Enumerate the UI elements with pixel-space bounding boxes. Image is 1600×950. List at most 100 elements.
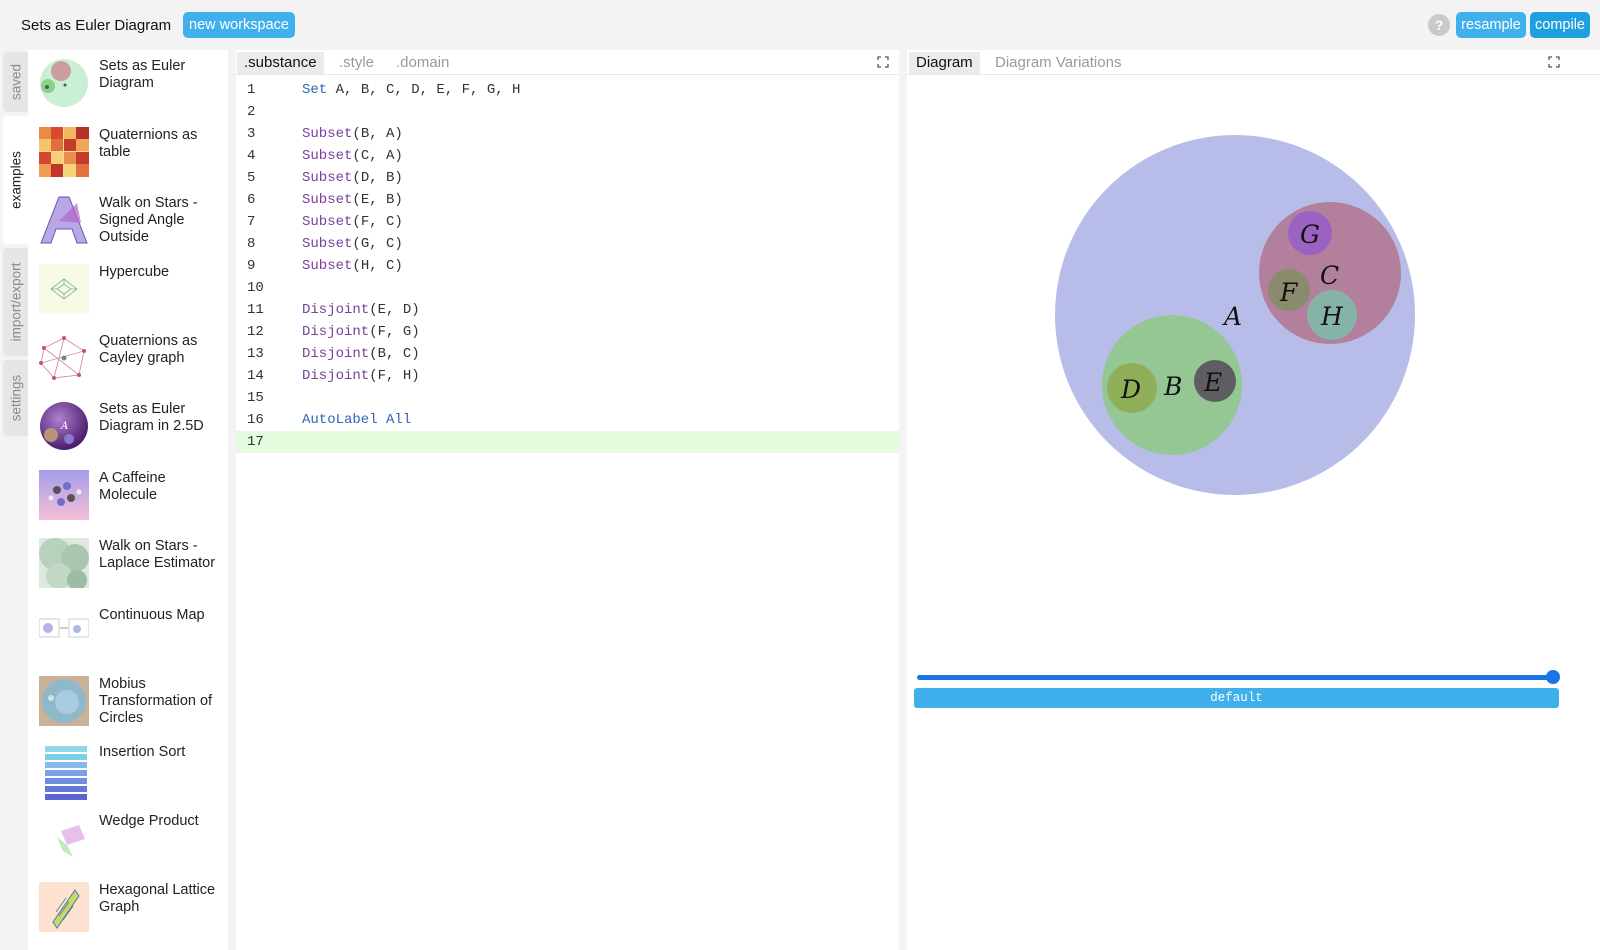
editor-tabs: .substance .style .domain: [236, 50, 899, 75]
euler-25d-thumbnail-icon: A: [40, 402, 88, 450]
code-text: Disjoint(E, D): [302, 302, 420, 318]
line-number: 14: [247, 368, 264, 384]
variation-slider-thumb[interactable]: [1546, 670, 1560, 684]
code-line[interactable]: 13 Disjoint(B, C): [236, 343, 899, 365]
example-sets-euler-25d[interactable]: A Sets as Euler Diagram in 2.5D: [28, 393, 228, 463]
code-line[interactable]: 4 Subset(C, A): [236, 145, 899, 167]
euler-thumbnail-icon: [40, 59, 88, 107]
laplace-thumbnail-icon: [39, 538, 89, 588]
euler-diagram[interactable]: A B C D E F G H: [907, 75, 1600, 655]
tab-diagram-variations[interactable]: Diagram Variations: [988, 52, 1128, 74]
diagram-tabs: Diagram Diagram Variations: [907, 50, 1600, 75]
tab-saved[interactable]: saved: [3, 52, 28, 112]
example-hexagonal-lattice[interactable]: Hexagonal Lattice Graph: [28, 874, 228, 944]
label-c: C: [1320, 261, 1339, 290]
code-text: Subset(E, B): [302, 192, 403, 208]
code-area[interactable]: 1 Set A, B, C, D, E, F, G, H 2 3 Subset(B, A…: [236, 79, 899, 453]
example-quaternions-table[interactable]: Quaternions as table: [28, 119, 228, 189]
wedge-product-thumbnail-icon: [57, 825, 85, 857]
example-walk-stars-laplace[interactable]: Walk on Stars - Laplace Estimator: [28, 530, 228, 600]
code-line[interactable]: 1 Set A, B, C, D, E, F, G, H: [236, 79, 899, 101]
example-label: Sets as Euler Diagram: [99, 58, 186, 91]
line-number: 12: [247, 324, 264, 340]
code-text: Subset(G, C): [302, 236, 403, 252]
code-line[interactable]: 5 Subset(D, B): [236, 167, 899, 189]
resample-button[interactable]: resample: [1456, 12, 1526, 38]
code-text: Disjoint(F, H): [302, 368, 420, 384]
code-text: Subset(H, C): [302, 258, 403, 274]
example-quaternions-cayley[interactable]: Quaternions as Cayley graph: [28, 325, 228, 395]
code-line[interactable]: 12 Disjoint(F, G): [236, 321, 899, 343]
example-sets-euler[interactable]: Sets as Euler Diagram: [28, 50, 228, 120]
tab-examples[interactable]: examples: [3, 116, 28, 244]
line-number: 3: [247, 126, 256, 142]
label-b: B: [1163, 372, 1182, 401]
tab-diagram[interactable]: Diagram: [909, 52, 980, 74]
example-wedge-product[interactable]: Wedge Product: [28, 805, 228, 875]
expand-icon[interactable]: [1548, 56, 1560, 68]
tab-style[interactable]: .style: [332, 52, 381, 74]
code-line[interactable]: 2: [236, 101, 899, 123]
line-number: 9: [247, 258, 256, 274]
label-h: H: [1320, 302, 1344, 331]
insertion-sort-thumbnail-icon: [45, 746, 87, 800]
variation-slider-track[interactable]: [917, 675, 1553, 680]
code-line[interactable]: 8 Subset(G, C): [236, 233, 899, 255]
example-walk-stars-signed[interactable]: Walk on Stars - Signed Angle Outside: [28, 187, 228, 257]
tab-domain[interactable]: .domain: [389, 52, 456, 74]
example-label: Insertion Sort: [99, 744, 186, 760]
example-label: Hexagonal Lattice Graph: [99, 882, 216, 915]
line-number: 7: [247, 214, 256, 230]
example-label: Continuous Map: [99, 607, 205, 623]
code-line[interactable]: 17: [236, 431, 899, 453]
label-e: E: [1203, 368, 1222, 397]
code-line[interactable]: 10: [236, 277, 899, 299]
tab-settings[interactable]: settings: [3, 360, 28, 436]
tab-import-export[interactable]: import/export: [3, 248, 28, 356]
code-text: Subset(B, A): [302, 126, 403, 142]
example-label: A Caffeine Molecule: [99, 470, 166, 503]
hex-lattice-thumbnail-icon: [39, 882, 89, 932]
code-line[interactable]: 7 Subset(F, C): [236, 211, 899, 233]
line-number: 2: [247, 104, 256, 120]
new-workspace-button[interactable]: new workspace: [183, 12, 295, 38]
example-caffeine[interactable]: A Caffeine Molecule: [28, 462, 228, 532]
code-text: Subset(C, A): [302, 148, 403, 164]
label-f: F: [1279, 278, 1299, 307]
help-icon[interactable]: ?: [1428, 14, 1450, 36]
line-number: 1: [247, 82, 256, 98]
code-line[interactable]: 6 Subset(E, B): [236, 189, 899, 211]
tab-substance[interactable]: .substance: [237, 52, 324, 74]
line-number: 15: [247, 390, 264, 406]
code-line[interactable]: 16 AutoLabel All: [236, 409, 899, 431]
line-number: 10: [247, 280, 264, 296]
workspace-title[interactable]: Sets as Euler Diagram: [21, 17, 171, 34]
example-hypercube[interactable]: Hypercube: [28, 256, 228, 326]
compile-button[interactable]: compile: [1530, 12, 1590, 38]
line-number: 17: [247, 434, 264, 450]
example-label: Mobius Transformation of Circles: [99, 676, 213, 726]
cayley-graph-thumbnail-icon: [39, 336, 86, 380]
code-editor-panel: .substance .style .domain 1 Set A, B, C, …: [236, 50, 899, 950]
code-line[interactable]: 15: [236, 387, 899, 409]
code-line[interactable]: 14 Disjoint(F, H): [236, 365, 899, 387]
top-bar: Sets as Euler Diagram new workspace ? re…: [0, 0, 1600, 50]
expand-icon[interactable]: [877, 56, 889, 68]
label-d: D: [1120, 375, 1141, 404]
example-label: Wedge Product: [99, 813, 199, 829]
side-tabs: saved examples import/export settings: [0, 50, 28, 950]
code-line[interactable]: 11 Disjoint(E, D): [236, 299, 899, 321]
example-mobius[interactable]: Mobius Transformation of Circles: [28, 668, 228, 738]
label-g: G: [1300, 220, 1320, 249]
example-continuous-map[interactable]: Continuous Map: [28, 599, 228, 669]
example-insertion-sort[interactable]: Insertion Sort: [28, 736, 228, 806]
code-line[interactable]: 3 Subset(B, A): [236, 123, 899, 145]
line-number: 5: [247, 170, 256, 186]
line-number: 8: [247, 236, 256, 252]
code-text: AutoLabel All: [302, 412, 412, 428]
code-line[interactable]: 9 Subset(H, C): [236, 255, 899, 277]
hypercube-thumbnail-icon: [39, 264, 89, 314]
example-label: Quaternions as Cayley graph: [99, 333, 198, 366]
example-label: Walk on Stars - Signed Angle Outside: [99, 195, 198, 245]
default-variation-button[interactable]: default: [914, 688, 1559, 708]
